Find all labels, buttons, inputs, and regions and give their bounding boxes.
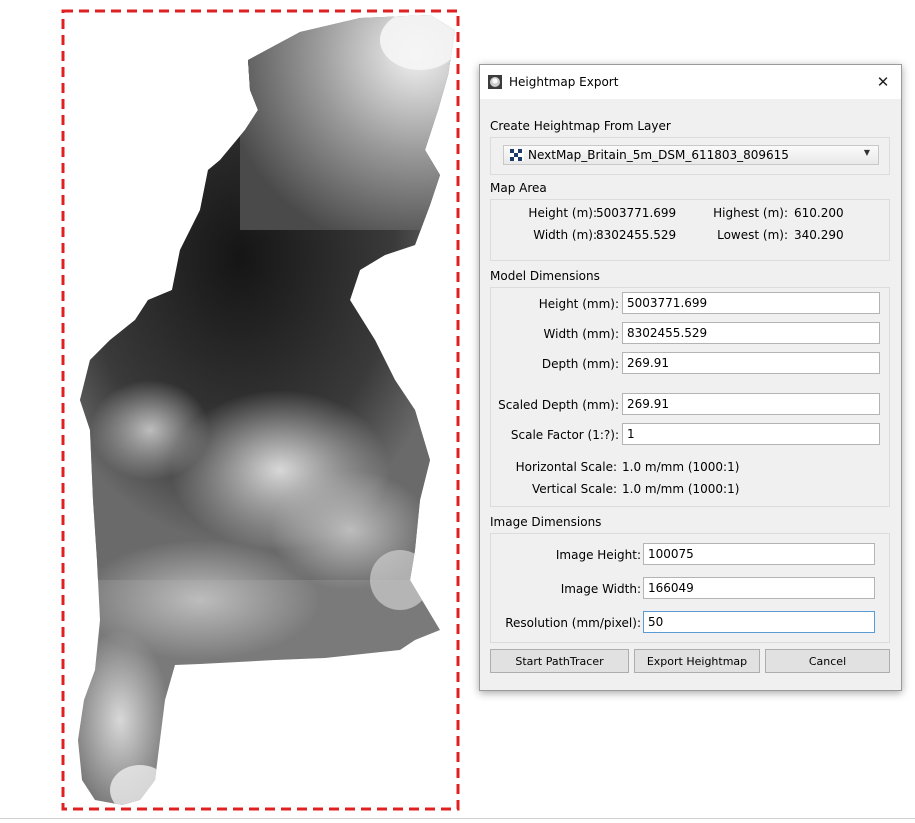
lowest-value: 340.290 xyxy=(794,228,844,242)
layer-dropdown[interactable]: NextMap_Britain_5m_DSM_611803_809615 ▼ xyxy=(503,145,879,165)
image-width-label: Image Width: xyxy=(560,582,641,596)
image-width-input[interactable] xyxy=(643,577,875,599)
map-area-label: Map Area xyxy=(490,181,547,195)
scale-factor-label: Scale Factor (1:?): xyxy=(510,428,619,442)
model-depth-label: Depth (mm): xyxy=(541,357,619,371)
heightmap-app-icon xyxy=(488,75,502,89)
chevron-down-icon: ▼ xyxy=(863,148,870,157)
highest-label: Highest (m): xyxy=(713,206,788,220)
scaled-depth-input[interactable] xyxy=(622,393,880,415)
model-dimensions-label: Model Dimensions xyxy=(490,269,600,283)
lowest-label: Lowest (m): xyxy=(717,228,788,242)
image-height-input[interactable] xyxy=(643,543,875,565)
dialog-titlebar[interactable]: Heightmap Export ✕ xyxy=(480,65,901,99)
model-height-label: Height (mm): xyxy=(538,297,619,311)
close-icon[interactable]: ✕ xyxy=(865,65,901,99)
raster-layer-icon xyxy=(510,149,524,161)
scaled-depth-label: Scaled Depth (mm): xyxy=(498,398,619,412)
map-width-label: Width (m): xyxy=(533,228,597,242)
vertical-scale-label: Vertical Scale: xyxy=(531,482,617,496)
cancel-button[interactable]: Cancel xyxy=(765,649,890,673)
model-height-input[interactable] xyxy=(622,292,880,314)
dialog-title: Heightmap Export xyxy=(509,75,619,89)
heightmap-raster xyxy=(78,15,455,805)
selected-layer: NextMap_Britain_5m_DSM_611803_809615 xyxy=(528,148,789,162)
highest-value: 610.200 xyxy=(794,206,844,220)
layer-section-label: Create Heightmap From Layer xyxy=(490,119,671,133)
horizontal-scale-value: 1.0 m/mm (1000:1) xyxy=(622,460,740,474)
image-height-label: Image Height: xyxy=(555,548,641,562)
heightmap-export-dialog: Heightmap Export ✕ Create Heightmap From… xyxy=(479,64,902,691)
start-pathtracer-button[interactable]: Start PathTracer xyxy=(490,649,629,673)
scale-factor-input[interactable] xyxy=(622,423,880,445)
model-width-input[interactable] xyxy=(622,322,880,344)
model-dimensions-group: Height (mm): Width (mm): Depth (mm): Sca… xyxy=(490,287,890,507)
map-width-value: 8302455.529 xyxy=(596,228,677,242)
model-width-label: Width (mm): xyxy=(543,327,619,341)
model-depth-input[interactable] xyxy=(622,352,880,374)
map-height-label: Height (m): xyxy=(528,206,597,220)
map-height-value: 5003771.699 xyxy=(596,206,677,220)
export-heightmap-button[interactable]: Export Heightmap xyxy=(634,649,760,673)
map-area-group: Height (m): 5003771.699 Width (m): 83024… xyxy=(490,199,890,261)
resolution-input[interactable] xyxy=(643,611,875,633)
image-dimensions-group: Image Height: Image Width: Resolution (m… xyxy=(490,533,890,643)
resolution-label: Resolution (mm/pixel): xyxy=(505,616,641,630)
vertical-scale-value: 1.0 m/mm (1000:1) xyxy=(622,482,740,496)
canvas-bottom-border xyxy=(0,818,915,819)
image-dimensions-label: Image Dimensions xyxy=(490,515,602,529)
horizontal-scale-label: Horizontal Scale: xyxy=(515,460,617,474)
